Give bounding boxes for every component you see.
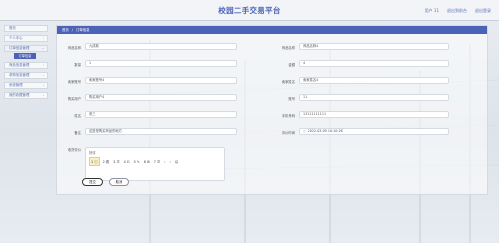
buyer-field[interactable]: 购买用户4: [85, 94, 237, 101]
phone-field[interactable]: 13111111111: [299, 111, 449, 118]
review-time-field[interactable]: ◷ 2022-03-09 10:10:26: [299, 128, 449, 135]
breadcrumb-home[interactable]: 首页: [62, 26, 69, 34]
sidebar-item-wanted[interactable]: 求购信息管理 ›: [4, 72, 48, 79]
user-label: 用户 11: [424, 8, 439, 13]
editor-toolbar: 1 ⓘ 2 着 3 ☰ 4 ⊡ 5 ✎ 6 ⊞ 7 ☰ ‹ › ☺: [86, 155, 224, 168]
toolbar-button-6[interactable]: 6 ⊞: [143, 159, 151, 165]
amount-label: 金额: [288, 63, 295, 67]
sidebar-item-label: 求购信息管理: [9, 73, 30, 77]
chevron-right-icon: ›: [42, 93, 44, 97]
sidebar-item-products[interactable]: 商品信息管理 ›: [4, 62, 48, 69]
breadcrumb-current: 订单信息: [75, 28, 90, 32]
clock-icon: ◷: [303, 129, 306, 133]
chevron-left-icon[interactable]: ‹: [163, 159, 166, 165]
quantity-field[interactable]: 1: [85, 60, 237, 67]
breadcrumb-separator: /: [71, 28, 73, 32]
toolbar-button-4[interactable]: 4 ⊡: [123, 159, 131, 165]
seller-name-label: 卖家姓名: [281, 80, 295, 84]
phone-label: 手机号码: [281, 114, 295, 118]
seller-name-field[interactable]: 卖家姓名4: [299, 77, 449, 84]
sidebar-item-label: 首页: [9, 26, 16, 30]
order-detail-panel: 首页 / 订单信息 商品名称 九成新 数量 1 卖家账号 卖家账号4 购买用户 …: [56, 25, 488, 195]
chevron-right-icon: ›: [42, 83, 44, 87]
sidebar-item-label: 订单信息管理: [9, 46, 30, 50]
sidebar-item-label: 系统管理: [9, 83, 23, 87]
sidebar-item-label: 商品信息管理: [9, 63, 30, 67]
toolbar-button-3[interactable]: 3 ☰: [112, 159, 120, 165]
account-label: 账号: [288, 97, 295, 101]
buyer-label: 购买用户: [67, 97, 81, 101]
review-time-label: 评价时间: [281, 131, 295, 135]
name-label: 姓名: [74, 114, 81, 118]
product-title-field[interactable]: 商品名称4: [299, 43, 449, 50]
back-to-front-link[interactable]: 退出到前台: [447, 8, 467, 14]
chevron-down-icon: ⌄: [41, 46, 44, 50]
account-field[interactable]: 11: [299, 94, 449, 101]
chevron-right-icon: ›: [42, 63, 44, 67]
chevron-right-icon: ›: [42, 73, 44, 77]
top-right-links: 用户 11 退出到前台 退出登录: [425, 8, 491, 14]
sidebar: 首页 个人中心 › 订单信息管理 ⌄ 订单信息 商品信息管理 › 求购信息管理 …: [4, 25, 48, 102]
review-label: 收货评价: [67, 148, 81, 152]
logout-link[interactable]: 退出登录: [475, 8, 491, 14]
remark-field[interactable]: 这是是购买商品的地方: [85, 128, 237, 135]
toolbar-button-2[interactable]: 2 着: [102, 158, 111, 165]
sidebar-item-home[interactable]: 首页: [4, 25, 48, 32]
sidebar-item-system[interactable]: 系统管理 ›: [4, 82, 48, 89]
sidebar-item-label: 我的收藏管理: [9, 93, 30, 97]
submit-button[interactable]: 提交: [82, 178, 103, 186]
sidebar-item-profile[interactable]: 个人中心 ›: [4, 35, 48, 42]
amount-field[interactable]: 4: [299, 60, 449, 67]
quantity-label: 数量: [74, 63, 81, 67]
product-name-label: 商品名称: [67, 46, 81, 50]
seller-account-field[interactable]: 卖家账号4: [85, 77, 237, 84]
sidebar-item-favorites[interactable]: 我的收藏管理 ›: [4, 92, 48, 99]
chevron-right-icon: ›: [42, 36, 44, 40]
sidebar-item-label: 个人中心: [9, 36, 23, 40]
product-title-label: 商品名称: [281, 46, 295, 50]
cancel-button[interactable]: 取消: [109, 178, 129, 186]
seller-account-label: 卖家账号: [67, 80, 81, 84]
toolbar-button-1[interactable]: 1 ⓘ: [89, 157, 100, 166]
remark-label: 备注: [74, 131, 81, 135]
breadcrumb: 首页 / 订单信息: [57, 26, 487, 34]
name-field[interactable]: 张三: [85, 111, 237, 118]
review-editor[interactable]: 好评 1 ⓘ 2 着 3 ☰ 4 ⊡ 5 ✎ 6 ⊞ 7 ☰ ‹ › ☺: [85, 147, 225, 181]
top-bar: 校园二手交易平台 用户 11 退出到前台 退出登录: [0, 0, 499, 21]
sidebar-item-orders[interactable]: 订单信息管理 ⌄: [4, 45, 48, 52]
toolbar-button-5[interactable]: 5 ✎: [133, 159, 141, 165]
toolbar-button-7[interactable]: 7 ☰: [153, 159, 161, 165]
product-name-field[interactable]: 九成新: [85, 43, 237, 50]
emoji-icon[interactable]: ☺: [174, 159, 180, 165]
review-time-value: 2022-03-09 10:10:26: [307, 129, 343, 133]
review-text: 好评: [89, 151, 96, 155]
chevron-right-icon[interactable]: ›: [168, 159, 171, 165]
sidebar-subitem-order-info[interactable]: 订单信息: [14, 53, 36, 59]
